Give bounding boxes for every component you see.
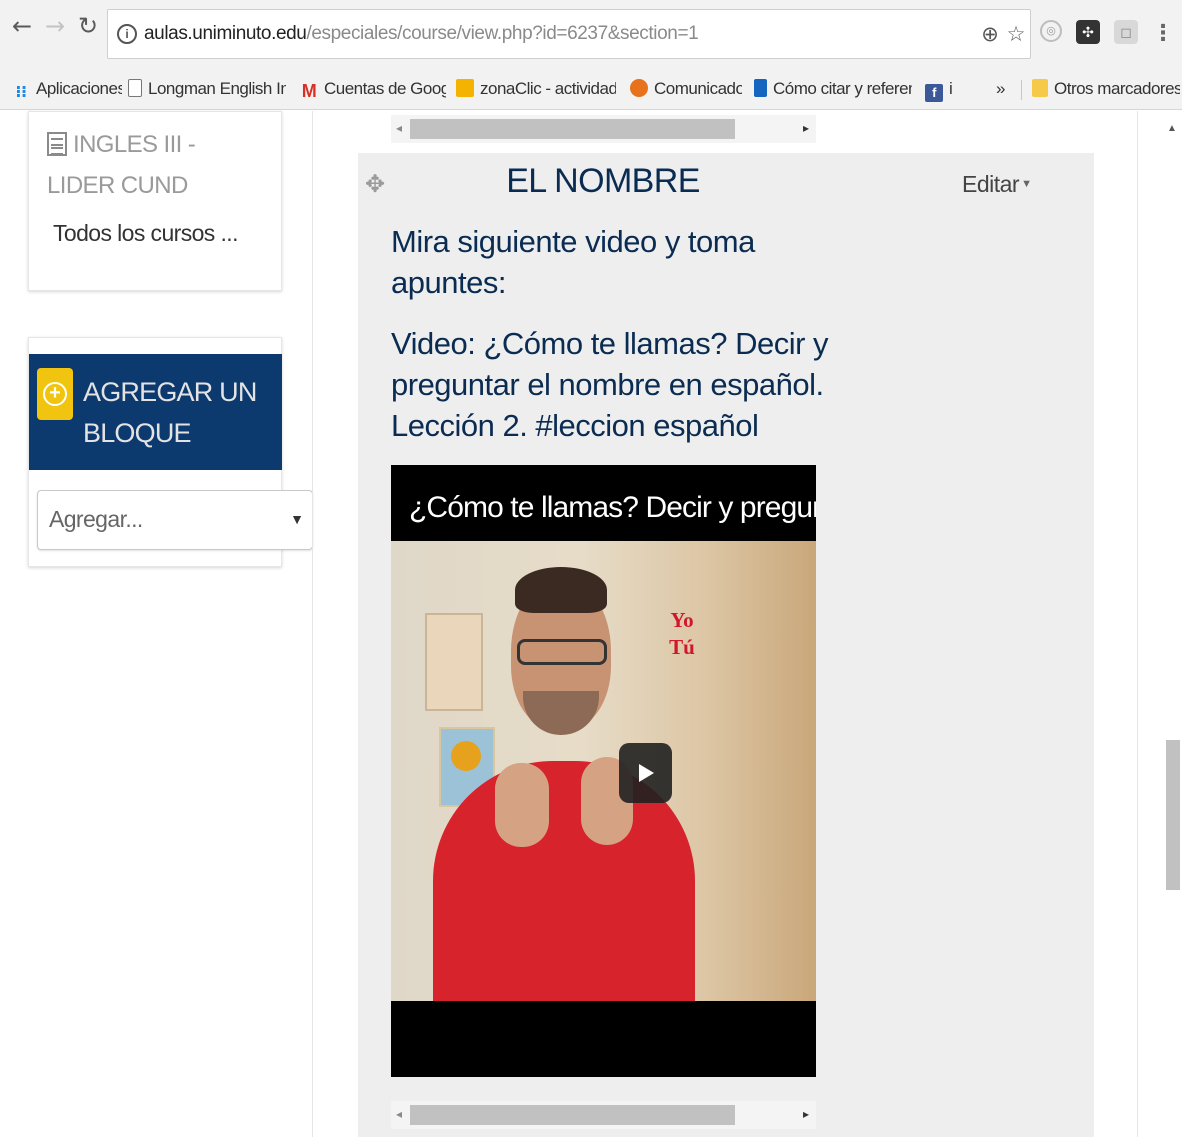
navigation-block: INGLES III - LIDER CUND Todos los cursos… <box>28 111 282 291</box>
apps-grid-icon: ⁝⁝ <box>15 84 27 101</box>
add-block-card: + AGREGAR UN BLOQUE Agregar... ▼ <box>28 337 313 567</box>
column-divider-right <box>1137 111 1138 1137</box>
bookmark-google-accounts[interactable]: M Cuentas de Google <box>300 76 446 102</box>
bookmark-blue-icon <box>754 79 767 97</box>
url-text[interactable]: aulas.uniminuto.edu/especiales/course/vi… <box>144 23 699 45</box>
overlay-yo: Yo <box>670 608 694 632</box>
add-block-select[interactable]: Agregar... ▼ <box>37 490 313 550</box>
comunicados-icon <box>630 79 648 97</box>
bookmark-label: Comunicados <box>654 79 742 98</box>
add-block-title: AGREGAR UN BLOQUE <box>83 377 257 448</box>
url-host: aulas.uniminuto.edu <box>144 23 307 44</box>
presenter-beard <box>523 691 599 735</box>
scrollbar-thumb[interactable] <box>410 1105 735 1125</box>
bookmark-label: Aplicaciones <box>36 79 122 98</box>
presenter-glasses <box>517 639 607 665</box>
bookmarks-overflow-button[interactable]: » <box>996 76 1016 102</box>
instruction-text: Mira siguiente video y toma apuntes: <box>391 224 755 300</box>
add-block-select-value: Agregar... <box>49 506 143 532</box>
scrollbar-thumb[interactable] <box>1166 740 1180 890</box>
column-divider <box>312 111 313 1137</box>
bookmark-longman[interactable]: Longman English Inte <box>128 76 286 102</box>
course-link[interactable]: INGLES III - LIDER CUND <box>47 124 267 206</box>
zonaclic-icon <box>456 79 474 97</box>
scroll-up-arrow-icon[interactable]: ▲ <box>1167 123 1177 134</box>
page-vertical-scrollbar[interactable]: ▲ <box>1162 111 1182 1137</box>
facebook-icon: f <box>925 84 943 102</box>
section-title: EL NOMBRE <box>506 162 700 200</box>
extension-circle-icon[interactable]: ◎ <box>1040 20 1062 42</box>
zoom-icon[interactable]: ⊕ <box>978 22 1002 46</box>
course-icon <box>47 132 67 156</box>
video-description: Video: ¿Cómo te llamas? Decir y pregunta… <box>391 326 829 443</box>
address-bar[interactable]: i aulas.uniminuto.edu/especiales/course/… <box>107 9 1031 59</box>
bookmark-label: i <box>949 79 953 98</box>
scroll-left-arrow-icon[interactable]: ◂ <box>396 121 402 135</box>
embed-horizontal-scrollbar-bottom[interactable]: ◂ ▸ <box>391 1101 816 1129</box>
scrollbar-thumb[interactable] <box>410 119 735 139</box>
bookmark-label: Cuentas de Google <box>324 79 446 98</box>
presenter-hair <box>515 567 607 613</box>
page-content: INGLES III - LIDER CUND Todos los cursos… <box>0 111 1182 1137</box>
bookmark-label: zonaClic - actividades <box>480 79 616 98</box>
back-arrow-icon[interactable]: ← <box>8 12 36 40</box>
all-courses-link[interactable]: Todos los cursos ... <box>53 220 238 247</box>
video-title[interactable]: ¿Cómo te llamas? Decir y preguntar el no <box>409 491 816 525</box>
extension-search-icon[interactable]: ◻ <box>1114 20 1138 44</box>
gmail-icon: M <box>301 81 317 101</box>
add-block-header: + AGREGAR UN BLOQUE <box>29 354 282 470</box>
bookmarks-divider <box>1021 80 1022 100</box>
forward-arrow-icon[interactable]: → <box>41 12 69 40</box>
add-block-badge: + <box>37 368 73 420</box>
edit-label: Editar <box>962 171 1020 197</box>
url-path: /especiales/course/view.php?id=6237&sect… <box>306 23 699 44</box>
extension-puzzle-icon[interactable]: ✣ <box>1076 20 1100 44</box>
edit-menu[interactable]: Editar ▼ <box>962 171 1032 198</box>
scroll-left-arrow-icon[interactable]: ◂ <box>396 1107 402 1121</box>
browser-menu-icon[interactable]: ⋮ <box>1152 18 1174 48</box>
bookmark-star-icon[interactable]: ☆ <box>1004 22 1028 46</box>
bookmark-apps[interactable]: ⁝⁝ Aplicaciones <box>12 76 122 102</box>
bookmarks-bar: ⁝⁝ Aplicaciones Longman English Inte M Cue… <box>0 66 1182 110</box>
bookmark-label: Cómo citar y referenc <box>773 79 912 98</box>
bookmark-comunicados[interactable]: Comunicados <box>630 76 742 102</box>
embed-horizontal-scrollbar-top[interactable]: ◂ ▸ <box>391 115 816 143</box>
overlay-tu: Tú <box>669 635 695 659</box>
caret-down-icon: ▼ <box>1021 178 1032 190</box>
bookmark-label: Longman English Inte <box>148 79 286 98</box>
course-section: ✥ EL NOMBRE Editar ▼ Mira siguiente video… <box>358 153 1094 1137</box>
sunflower-shape <box>451 741 481 771</box>
scroll-right-arrow-icon[interactable]: ▸ <box>803 121 809 135</box>
video-player[interactable]: ¿Cómo te llamas? Decir y preguntar el no… <box>391 465 816 1077</box>
scroll-right-arrow-icon[interactable]: ▸ <box>803 1107 809 1121</box>
left-sidebar: INGLES III - LIDER CUND Todos los cursos… <box>0 111 313 1137</box>
video-thumbnail: Yo Tú <box>391 541 816 1001</box>
bookmark-label: Otros marcadores <box>1054 79 1180 98</box>
page-icon <box>128 79 142 97</box>
browser-window: ← → ↻ i aulas.uniminuto.edu/especiales/c… <box>0 0 1182 1137</box>
bookmark-zonaclic[interactable]: zonaClic - actividades <box>456 76 616 102</box>
plus-icon: + <box>43 382 67 406</box>
bookmark-facebook[interactable]: fi <box>925 76 965 102</box>
site-info-icon[interactable]: i <box>117 24 137 44</box>
reload-icon[interactable]: ↻ <box>74 12 102 40</box>
video-overlay-text: Yo Tú <box>667 607 697 661</box>
course-link-label: INGLES III - LIDER CUND <box>47 131 196 199</box>
chevron-down-icon: ▼ <box>290 511 304 527</box>
wall-picture <box>425 613 483 711</box>
bookmark-other-folder[interactable]: Otros marcadores <box>1032 76 1180 102</box>
bookmark-como-citar[interactable]: Cómo citar y referenc <box>754 76 912 102</box>
browser-toolbar: ← → ↻ i aulas.uniminuto.edu/especiales/c… <box>0 0 1182 66</box>
presenter-left-hand <box>495 763 549 847</box>
folder-icon <box>1032 79 1048 97</box>
play-icon[interactable] <box>619 743 672 803</box>
